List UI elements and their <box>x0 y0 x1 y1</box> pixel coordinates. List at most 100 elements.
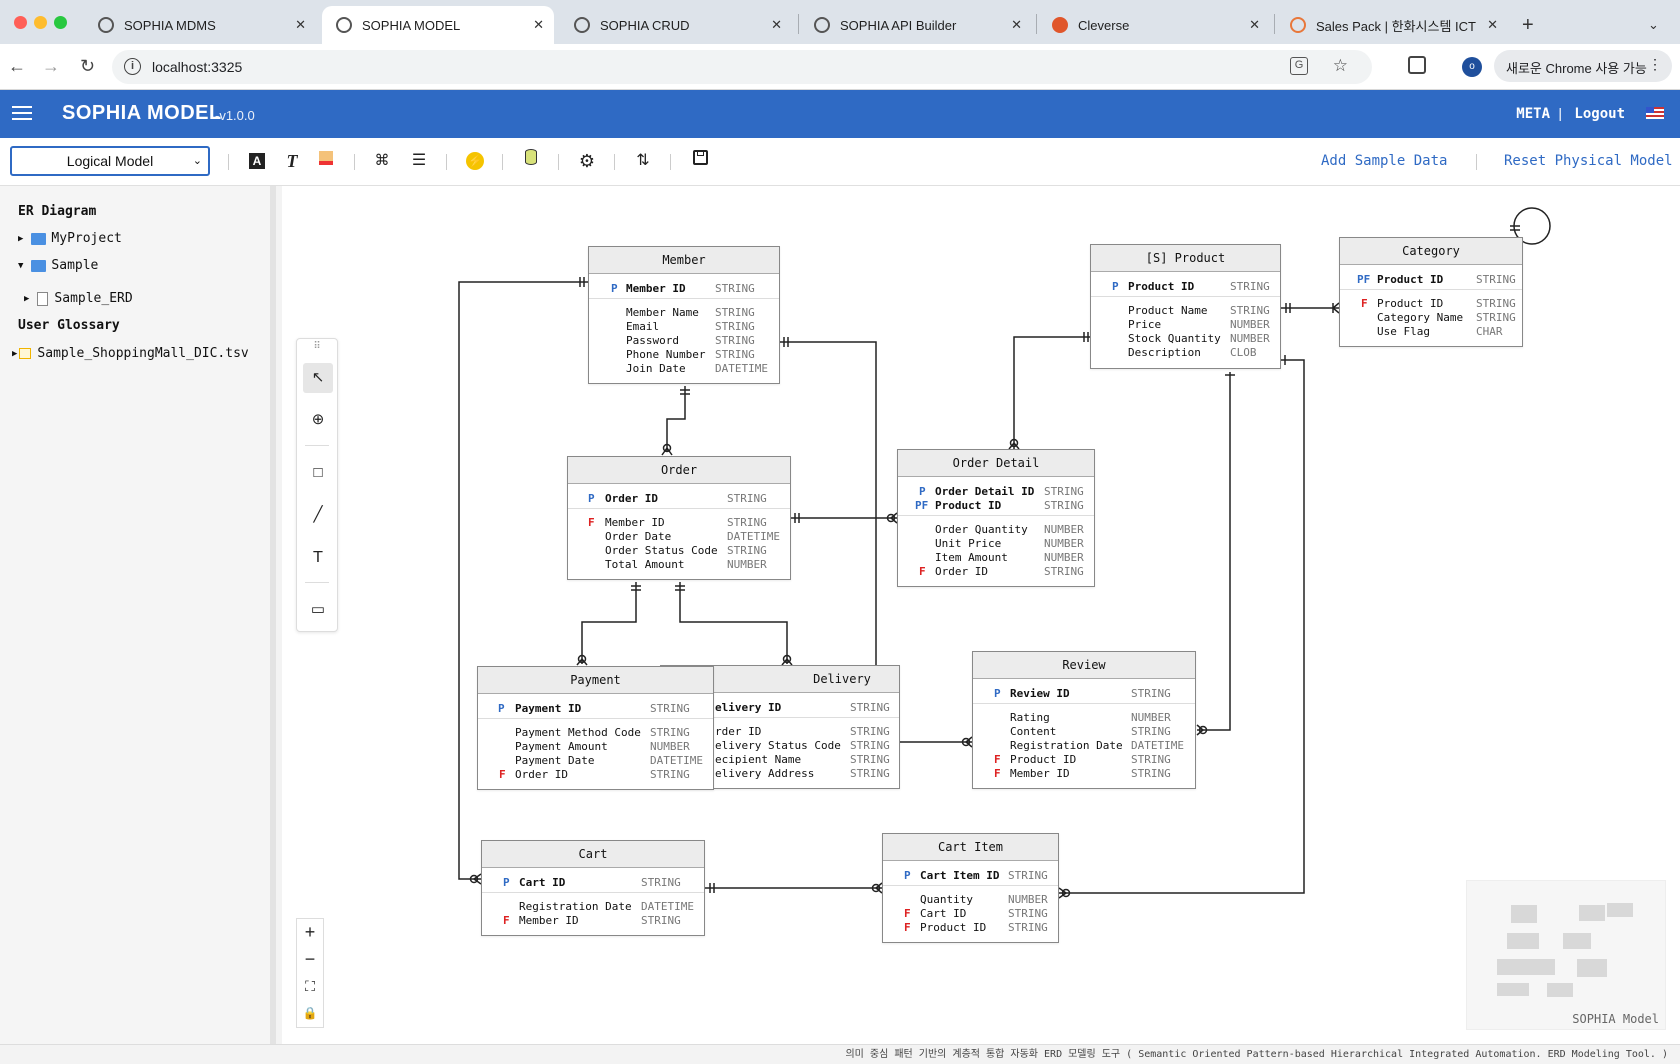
attribute-name[interactable]: Quantity <box>920 893 973 906</box>
attribute-name[interactable]: elivery ID <box>715 701 781 714</box>
tab-close-icon[interactable]: ✕ <box>1011 17 1022 33</box>
attribute-name[interactable]: Payment Date <box>515 754 594 767</box>
attribute-name[interactable]: Product ID <box>1377 297 1443 310</box>
attribute-name[interactable]: Order ID <box>605 492 658 505</box>
drag-handle-icon[interactable]: ⠿ <box>297 341 337 352</box>
attribute-name[interactable]: Registration Date <box>1010 739 1123 752</box>
browser-tab-cleverse[interactable]: Cleverse ✕ <box>1038 6 1270 44</box>
rectangle-icon[interactable]: □ <box>303 458 333 488</box>
translate-icon[interactable]: G <box>1290 57 1308 75</box>
attribute-name[interactable]: Product Name <box>1128 304 1207 317</box>
attribute-name[interactable]: Total Amount <box>605 558 684 571</box>
maximize-window-icon[interactable] <box>54 16 67 29</box>
attribute-name[interactable]: Content <box>1010 725 1056 738</box>
address-bar[interactable]: i localhost:3325 G ☆ <box>112 50 1372 84</box>
attribute-name[interactable]: Member Name <box>626 306 699 319</box>
browser-tab-sales-pack[interactable]: Sales Pack | 한화시스템 ICT 부문 ✕ <box>1276 6 1508 44</box>
attribute-name[interactable]: Cart ID <box>519 876 565 889</box>
collapse-arrow-icon[interactable]: ▼ <box>18 261 23 271</box>
entity-order-detail[interactable]: Order Detail P Order Detail ID STRING PF… <box>897 449 1095 587</box>
attribute-name[interactable]: Product ID <box>1010 753 1076 766</box>
attribute-name[interactable]: Registration Date <box>519 900 632 913</box>
attribute-name[interactable]: Review ID <box>1010 687 1070 700</box>
attribute-name[interactable]: Product ID <box>1377 273 1443 286</box>
attribute-name[interactable]: Cart ID <box>920 907 966 920</box>
attribute-name[interactable]: ecipient Name <box>715 753 801 766</box>
model-type-select[interactable]: Logical Model ⌄ <box>10 146 210 176</box>
attribute-name[interactable]: Use Flag <box>1377 325 1430 338</box>
entity-order[interactable]: Order P Order ID STRING F Member ID STRI… <box>567 456 791 580</box>
attribute-name[interactable]: Member ID <box>605 516 665 529</box>
add-circle-icon[interactable]: ⊕ <box>303 405 333 435</box>
minimap[interactable]: SOPHIA Model <box>1466 880 1666 1030</box>
attribute-name[interactable]: Price <box>1128 318 1161 331</box>
pointer-arrow-icon[interactable]: ↖ <box>303 363 333 393</box>
attribute-name[interactable]: Rating <box>1010 711 1050 724</box>
zoom-in-icon[interactable]: + <box>297 919 323 946</box>
text-icon[interactable]: T <box>303 542 333 572</box>
entity-cart-item[interactable]: Cart Item P Cart Item ID STRING Quantity… <box>882 833 1059 943</box>
table-frame-icon[interactable]: ▭ <box>303 595 333 625</box>
close-window-icon[interactable] <box>14 16 27 29</box>
entity-member[interactable]: Member P Member ID STRING Member Name ST… <box>588 246 780 384</box>
logout-link[interactable]: Logout <box>1574 106 1625 122</box>
reload-icon[interactable]: ↻ <box>80 56 95 77</box>
browser-tab-sophia-crud[interactable]: SOPHIA CRUD ✕ <box>560 6 792 44</box>
lightning-icon[interactable]: ⚡ <box>463 149 487 173</box>
bookmark-star-icon[interactable]: ☆ <box>1333 56 1348 76</box>
new-tab-button[interactable]: + <box>1516 6 1546 44</box>
tab-search-chevron-icon[interactable]: ⌄ <box>1640 6 1670 44</box>
attribute-name[interactable]: Password <box>626 334 679 347</box>
attribute-name[interactable]: Member ID <box>626 282 686 295</box>
database-icon[interactable] <box>519 149 543 173</box>
zoom-out-icon[interactable]: − <box>297 946 323 973</box>
reset-physical-model-button[interactable]: Reset Physical Model <box>1504 153 1673 169</box>
fit-view-icon[interactable]: ⛶ <box>297 973 323 1000</box>
tree-item-sample[interactable]: ▼ Sample <box>18 258 98 273</box>
attribute-name[interactable]: Stock Quantity <box>1128 332 1221 345</box>
expand-arrow-icon[interactable]: ▶ <box>18 234 23 244</box>
attribute-name[interactable]: Member ID <box>1010 767 1070 780</box>
attribute-name[interactable]: Order Status Code <box>605 544 718 557</box>
browser-tab-sophia-api-builder[interactable]: SOPHIA API Builder ✕ <box>800 6 1032 44</box>
attribute-name[interactable]: elivery Status Code <box>715 739 841 752</box>
attribute-name[interactable]: Join Date <box>626 362 686 375</box>
attribute-name[interactable]: Order ID <box>515 768 568 781</box>
tab-close-icon[interactable]: ✕ <box>533 17 544 33</box>
minimize-window-icon[interactable] <box>34 16 47 29</box>
browser-tab-sophia-model[interactable]: SOPHIA MODEL ✕ <box>322 6 554 44</box>
attribute-name[interactable]: Payment Amount <box>515 740 608 753</box>
browser-tab-sophia-mdms[interactable]: SOPHIA MDMS ✕ <box>84 6 316 44</box>
attribute-name[interactable]: elivery Address <box>715 767 814 780</box>
paint-format-icon[interactable] <box>314 149 338 173</box>
add-sample-data-button[interactable]: Add Sample Data <box>1321 153 1447 169</box>
attribute-name[interactable]: Product ID <box>920 921 986 934</box>
settings-gear-icon[interactable]: ⚙ <box>575 149 599 173</box>
profile-avatar[interactable]: o <box>1462 57 1482 77</box>
extensions-icon[interactable] <box>1408 56 1426 74</box>
us-flag-icon[interactable] <box>1646 107 1664 119</box>
attribute-name[interactable]: Description <box>1128 346 1201 359</box>
attribute-name[interactable]: Phone Number <box>626 348 705 361</box>
entity-product[interactable]: [S] Product P Product ID STRING Product … <box>1090 244 1281 369</box>
line-icon[interactable]: ╱ <box>303 500 333 530</box>
attribute-name[interactable]: Email <box>626 320 659 333</box>
hamburger-menu-icon[interactable] <box>12 102 32 124</box>
chrome-update-button[interactable]: 새로운 Chrome 사용 가능 ⋮ <box>1494 50 1672 82</box>
entity-review[interactable]: Review P Review ID STRING Rating NUMBER … <box>972 651 1196 789</box>
entity-cart[interactable]: Cart P Cart ID STRING Registration Date … <box>481 840 705 936</box>
tab-close-icon[interactable]: ✕ <box>1249 17 1260 33</box>
lock-icon[interactable]: 🔒 <box>297 1000 323 1027</box>
attribute-name[interactable]: Order Detail ID <box>935 485 1034 498</box>
attribute-name[interactable]: Category Name <box>1377 311 1463 324</box>
align-left-icon[interactable]: ☰ <box>407 149 431 173</box>
tree-item-sample-erd[interactable]: ▶ Sample_ERD <box>24 291 133 306</box>
site-info-icon[interactable]: i <box>124 58 141 75</box>
attribute-name[interactable]: Payment ID <box>515 702 581 715</box>
attribute-name[interactable]: Order Quantity <box>935 523 1028 536</box>
attribute-name[interactable]: Unit Price <box>935 537 1001 550</box>
tab-close-icon[interactable]: ✕ <box>771 17 782 33</box>
save-floppy-icon[interactable] <box>688 149 712 173</box>
attribute-name[interactable]: Product ID <box>935 499 1001 512</box>
attribute-name[interactable]: Order ID <box>935 565 988 578</box>
